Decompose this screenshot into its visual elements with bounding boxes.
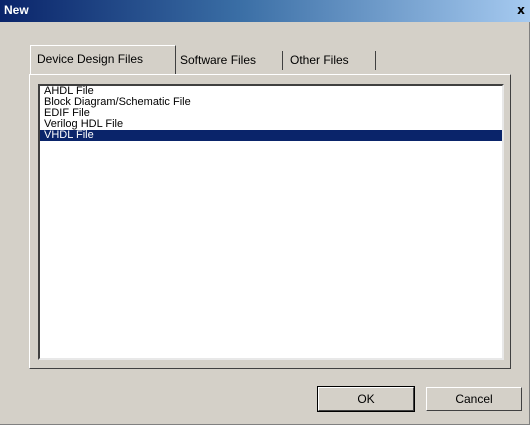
new-file-dialog: New x Device Design Files Software Files… [0,0,530,425]
list-item-verilog-hdl-file[interactable]: Verilog HDL File [40,119,502,130]
tab-other-files[interactable]: Other Files [286,47,378,73]
tab-software-files[interactable]: Software Files [178,47,286,73]
window-title: New [4,3,29,17]
ok-button[interactable]: OK [317,386,415,412]
tab-divider [282,51,283,70]
tab-device-design-files[interactable]: Device Design Files [30,45,176,74]
tab-divider [375,51,376,70]
close-icon[interactable]: x [514,2,528,18]
file-type-list[interactable]: AHDL File Block Diagram/Schematic File E… [38,84,504,360]
cancel-button[interactable]: Cancel [426,387,522,411]
list-item-block-diagram-file[interactable]: Block Diagram/Schematic File [40,97,502,108]
list-item-vhdl-file[interactable]: VHDL File [40,130,502,141]
title-bar[interactable]: New x [0,0,530,22]
